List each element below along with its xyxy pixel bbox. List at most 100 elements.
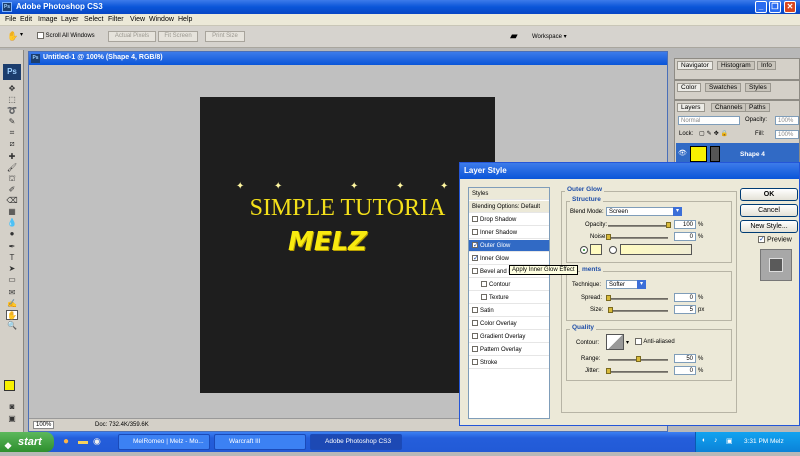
- tab-histogram[interactable]: Histogram: [717, 61, 755, 70]
- blend-mode-select[interactable]: Screen: [606, 207, 682, 216]
- maximize-button[interactable]: ❐: [769, 1, 781, 13]
- jitter-slider[interactable]: [608, 371, 668, 373]
- tray-icon[interactable]: ◐: [702, 437, 706, 444]
- chevron-down-icon[interactable]: ▾: [637, 280, 646, 289]
- style-list-item[interactable]: Blending Options: Default: [469, 201, 549, 213]
- close-button[interactable]: ✕: [784, 1, 796, 13]
- jitter-input[interactable]: 0: [674, 366, 696, 375]
- quick-select-tool-icon[interactable]: ✎: [6, 117, 18, 127]
- tab-navigator[interactable]: Navigator: [677, 61, 713, 70]
- gradient-radio[interactable]: [609, 246, 617, 254]
- style-checkbox[interactable]: [472, 333, 478, 340]
- zoom-level[interactable]: 100%: [33, 421, 55, 429]
- style-list-item[interactable]: Styles: [469, 188, 549, 200]
- tab-channels[interactable]: Channels: [711, 103, 747, 112]
- start-button[interactable]: ❖ start: [0, 432, 54, 452]
- jitter-slider-handle[interactable]: [606, 368, 611, 374]
- menu-window[interactable]: Window: [149, 16, 174, 23]
- noise-slider[interactable]: [608, 237, 668, 239]
- menu-view[interactable]: View: [130, 16, 145, 23]
- style-list-item[interactable]: Inner Shadow: [469, 227, 549, 239]
- fit-screen-button[interactable]: Fit Screen: [158, 31, 198, 42]
- healing-tool-icon[interactable]: ✚: [6, 152, 18, 162]
- style-list-item[interactable]: Satin: [469, 305, 549, 317]
- style-checkbox[interactable]: [472, 359, 478, 366]
- tab-info[interactable]: Info: [757, 61, 776, 70]
- pen-tool-icon[interactable]: ✒: [6, 242, 18, 252]
- marquee-tool-icon[interactable]: ⬚: [6, 95, 18, 105]
- opacity-input[interactable]: 100: [674, 220, 696, 229]
- foreground-color-swatch[interactable]: [4, 380, 15, 391]
- ok-button[interactable]: OK: [740, 188, 798, 201]
- stamp-tool-icon[interactable]: ⛫: [6, 174, 18, 184]
- contour-picker[interactable]: [606, 334, 624, 350]
- menu-help[interactable]: Help: [178, 16, 192, 23]
- style-list-item[interactable]: Texture: [469, 292, 549, 304]
- new-style-button[interactable]: New Style...: [740, 220, 798, 233]
- menu-filter[interactable]: Filter: [108, 16, 124, 23]
- crop-tool-icon[interactable]: ⌗: [6, 128, 18, 138]
- notes-tool-icon[interactable]: ✉: [6, 288, 18, 298]
- path-select-tool-icon[interactable]: ➤: [6, 264, 18, 274]
- style-list-item[interactable]: Pattern Overlay: [469, 344, 549, 356]
- style-checkbox[interactable]: [472, 242, 478, 249]
- workspace-menu[interactable]: Workspace ▾: [532, 33, 567, 40]
- size-slider-handle[interactable]: [608, 307, 613, 313]
- style-checkbox[interactable]: [481, 281, 487, 288]
- tab-swatches[interactable]: Swatches: [705, 83, 742, 92]
- layer-opacity-input[interactable]: 100%: [775, 116, 799, 125]
- size-slider[interactable]: [608, 310, 668, 312]
- eye-icon[interactable]: 👁: [678, 149, 687, 157]
- menu-select[interactable]: Select: [84, 16, 103, 23]
- layer-fill-input[interactable]: 100%: [775, 130, 799, 139]
- solid-color-radio[interactable]: [580, 246, 588, 254]
- style-list-item[interactable]: Contour: [469, 279, 549, 291]
- print-size-button[interactable]: Print Size: [205, 31, 245, 42]
- shape-tool-icon[interactable]: ▭: [6, 275, 18, 285]
- eraser-tool-icon[interactable]: ⌫: [6, 196, 18, 206]
- spread-slider[interactable]: [608, 298, 668, 300]
- noise-input[interactable]: 0: [674, 232, 696, 241]
- menu-file[interactable]: File: [5, 16, 16, 23]
- task-firefox[interactable]: MelRomeo | Melz - Mo...: [118, 434, 210, 450]
- hand-tool-icon[interactable]: ✋: [7, 31, 18, 42]
- quick-mask-icon[interactable]: ◙: [6, 402, 18, 412]
- style-list-item[interactable]: Color Overlay: [469, 318, 549, 330]
- chevron-down-icon[interactable]: ▾: [673, 207, 682, 216]
- bridge-icon[interactable]: ▰: [510, 31, 518, 42]
- task-photoshop[interactable]: Adobe Photoshop CS3: [310, 434, 402, 450]
- chevron-down-icon[interactable]: ▾: [626, 339, 629, 346]
- style-checkbox[interactable]: [481, 294, 487, 301]
- volume-icon[interactable]: ♪: [714, 437, 718, 444]
- glow-gradient-picker[interactable]: [620, 244, 692, 255]
- lock-icons[interactable]: ▢✎✥🔒: [699, 130, 730, 137]
- style-checkbox[interactable]: [472, 346, 478, 353]
- canvas[interactable]: SIMPLE TUTORIA MELZ ✦ ✦ ✦ ✦ ✦: [200, 97, 495, 393]
- minimize-button[interactable]: _: [755, 1, 767, 13]
- style-checkbox[interactable]: [472, 268, 478, 275]
- lasso-tool-icon[interactable]: ➰: [6, 106, 18, 116]
- photoshop-logo[interactable]: Ps: [3, 64, 21, 80]
- tab-paths[interactable]: Paths: [745, 103, 770, 112]
- opacity-slider-handle[interactable]: [666, 222, 671, 228]
- task-warcraft[interactable]: Warcraft III: [214, 434, 306, 450]
- gradient-tool-icon[interactable]: ▦: [6, 207, 18, 217]
- dodge-tool-icon[interactable]: ●: [6, 229, 18, 239]
- hand-tool-icon[interactable]: ✋: [6, 310, 18, 320]
- spread-slider-handle[interactable]: [606, 295, 611, 301]
- style-list-item[interactable]: Stroke: [469, 357, 549, 369]
- blur-tool-icon[interactable]: 💧: [6, 218, 18, 228]
- anti-aliased-checkbox[interactable]: [635, 338, 642, 345]
- cancel-button[interactable]: Cancel: [740, 204, 798, 217]
- scroll-all-checkbox[interactable]: [37, 32, 44, 39]
- tab-layers[interactable]: Layers: [677, 103, 705, 112]
- menu-layer[interactable]: Layer: [61, 16, 79, 23]
- eyedropper-tool-icon[interactable]: ✍: [6, 299, 18, 309]
- actual-pixels-button[interactable]: Actual Pixels: [108, 31, 156, 42]
- chevron-down-icon[interactable]: ▾: [20, 31, 23, 38]
- spread-input[interactable]: 0: [674, 293, 696, 302]
- preview-option[interactable]: Preview: [758, 236, 792, 243]
- document-info[interactable]: Doc: 732.4K/359.6K: [95, 422, 149, 428]
- network-icon[interactable]: ▣: [726, 437, 733, 445]
- range-slider-handle[interactable]: [636, 356, 641, 362]
